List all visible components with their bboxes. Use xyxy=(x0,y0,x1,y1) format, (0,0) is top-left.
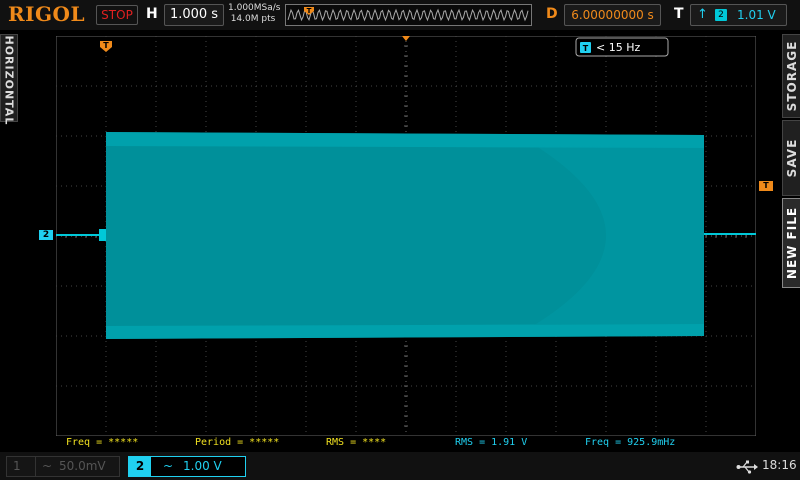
ch2-offset-marker-label: 2 xyxy=(42,230,50,240)
trigger-position-marker-label: T xyxy=(103,41,109,50)
ch2-status[interactable]: 2 ~ 1.00 V xyxy=(128,456,246,477)
trigger-level-value: 1.01 V xyxy=(737,8,776,22)
ch1-status[interactable]: 1 ~ 50.0mV xyxy=(6,456,120,477)
delay-label: D xyxy=(546,6,558,22)
trigger-channel-badge: 2 xyxy=(715,9,727,21)
sample-rate: 1.000MSa/s xyxy=(228,3,281,13)
counter-trigger-icon-label: T xyxy=(583,44,589,53)
ch1-coupling: ~ xyxy=(35,457,52,476)
measurement-item: Freq = 925.9mHz xyxy=(585,437,676,448)
measurement-bar: Freq = ***** Period = ***** RMS = **** R… xyxy=(56,437,756,450)
channel-status-bar xyxy=(0,452,800,480)
overview-waveform: T xyxy=(287,7,529,22)
waveform-overview[interactable]: T xyxy=(285,4,532,26)
trigger-settings[interactable]: ↑ 2 1.01 V xyxy=(690,4,787,26)
trigger-label: T xyxy=(674,6,684,22)
ch2-trace-step xyxy=(99,229,106,241)
clock: 18:16 xyxy=(762,458,797,472)
trigger-level-marker[interactable]: T xyxy=(759,181,773,191)
measurement-item: Freq = ***** xyxy=(66,437,139,448)
ch2-coupling: ~ xyxy=(163,459,174,473)
new-file-tab[interactable]: NEW FILE xyxy=(782,198,800,288)
ch2-offset-marker[interactable]: 2 xyxy=(39,230,53,240)
measurement-item: Period = ***** xyxy=(195,437,280,448)
ch1-scale: 50.0mV xyxy=(59,459,106,473)
save-tab[interactable]: SAVE xyxy=(782,120,800,196)
svg-text:T: T xyxy=(307,7,312,15)
ch2-number: 2 xyxy=(129,457,151,476)
brand-logo: RIGOL xyxy=(8,2,86,26)
frequency-counter-value: < 15 Hz xyxy=(596,41,640,54)
ch2-scale: 1.00 V xyxy=(183,459,222,473)
usb-icon xyxy=(736,459,758,478)
storage-tab[interactable]: STORAGE xyxy=(782,34,800,118)
timebase-value[interactable]: 1.000 s xyxy=(164,4,224,26)
waveform-display[interactable]: T T < 15 Hz xyxy=(56,36,756,436)
measurement-item: RMS = 1.91 V xyxy=(455,437,528,448)
rising-edge-icon: ↑ xyxy=(697,7,708,22)
memory-depth: 14.0M pts xyxy=(230,14,276,24)
delay-value[interactable]: 6.00000000 s xyxy=(564,4,661,26)
horizontal-tab[interactable]: HORIZONTAL xyxy=(0,34,18,125)
acquisition-info: 1.000MSa/s 14.0M pts xyxy=(228,3,281,25)
horizontal-label: H xyxy=(146,6,158,22)
ch1-number: 1 xyxy=(13,459,21,473)
measurement-item: RMS = **** xyxy=(326,437,387,448)
trigger-level-marker-label: T xyxy=(763,181,769,190)
run-stop-indicator[interactable]: STOP xyxy=(96,5,138,25)
